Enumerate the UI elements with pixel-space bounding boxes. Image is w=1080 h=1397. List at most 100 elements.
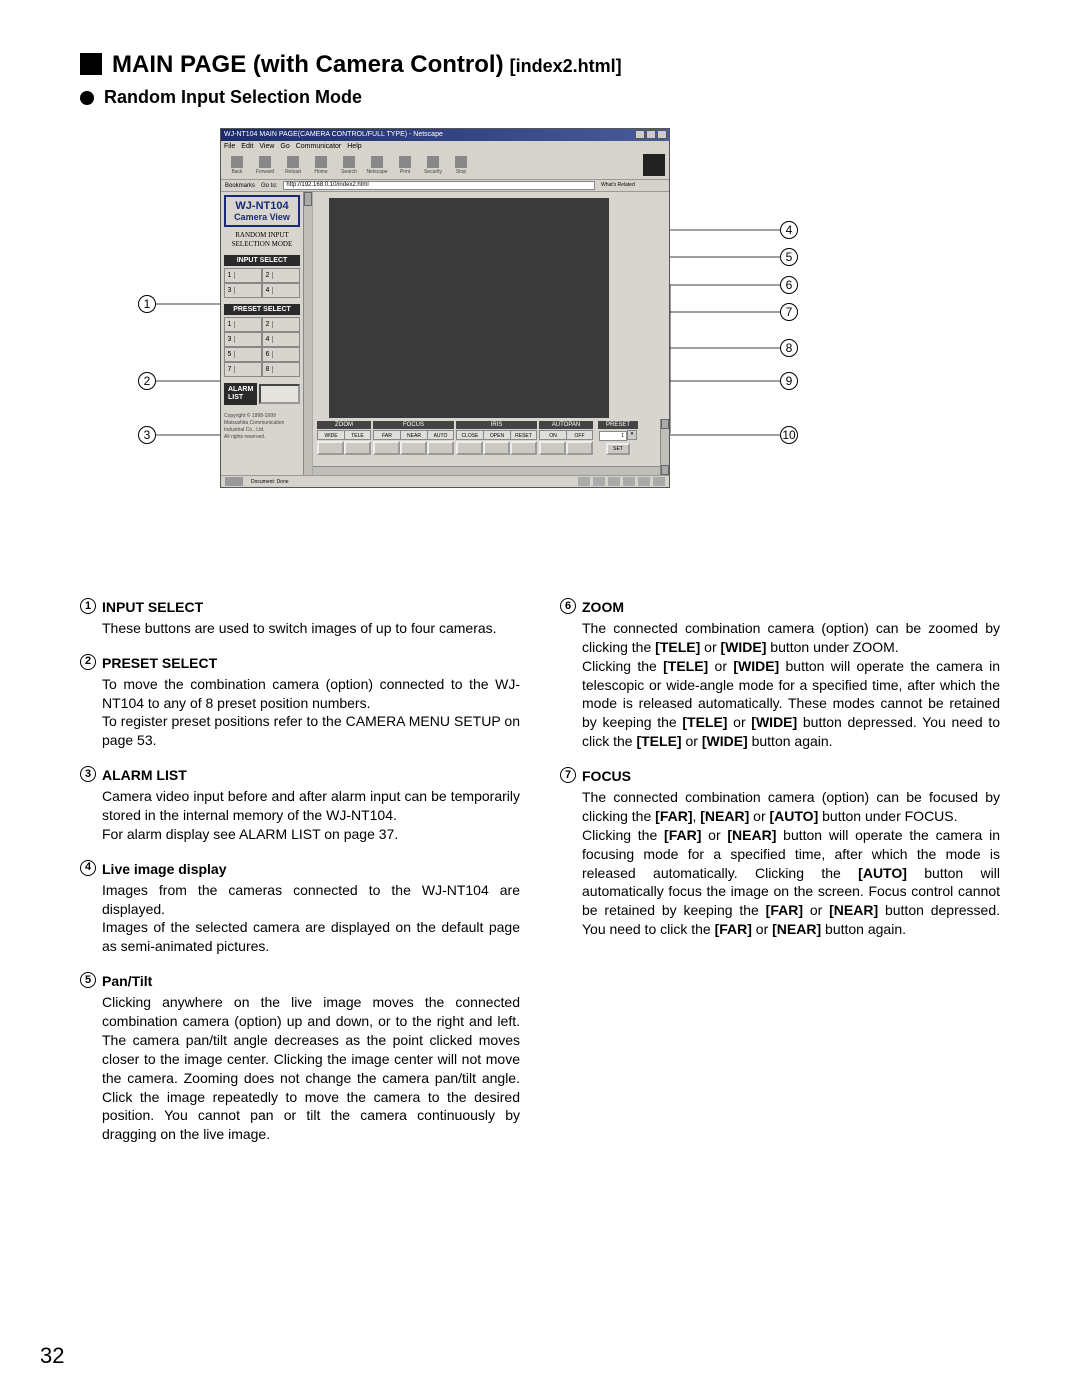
home-button[interactable]: Home: [309, 154, 333, 178]
input-3[interactable]: 3: [224, 283, 262, 298]
chevron-down-icon[interactable]: ▾: [627, 430, 637, 440]
preset-7[interactable]: 7: [224, 362, 262, 377]
desc-title: ALARM LIST: [102, 766, 187, 785]
goto-label: Go to:: [261, 183, 277, 189]
desc-title: Pan/Tilt: [102, 972, 152, 991]
desc-title: INPUT SELECT: [102, 598, 203, 617]
iris-reset-button[interactable]: RESET: [510, 430, 537, 440]
preset-1[interactable]: 1: [224, 317, 262, 332]
page-number: 32: [40, 1343, 64, 1369]
desc-body: Camera video input before and after alar…: [80, 787, 520, 844]
callout-3: 3: [138, 426, 156, 444]
desc-num: 3: [80, 766, 96, 782]
search-button[interactable]: Search: [337, 154, 361, 178]
status-bar: Document: Done: [221, 475, 669, 487]
preset-6[interactable]: 6: [262, 347, 300, 362]
scrollbar-bottom[interactable]: [313, 466, 660, 475]
focus-group: FOCUS FAR NEAR AUTO: [373, 421, 454, 455]
preset-select-grid: 1 2 3 4 5 6 7 8: [224, 317, 300, 377]
preset-select-dropdown[interactable]: 1: [599, 431, 627, 441]
zoom-wide-button[interactable]: WIDE: [317, 430, 344, 440]
title-main: MAIN PAGE (with Camera Control): [112, 51, 504, 79]
desc-body: Images from the cameras connected to the…: [80, 881, 520, 957]
preset-2[interactable]: 2: [262, 317, 300, 332]
focus-near-act[interactable]: [400, 441, 427, 455]
print-button[interactable]: Print: [393, 154, 417, 178]
menu-bar[interactable]: FileEditViewGoCommunicatorHelp: [221, 141, 669, 152]
minimize-icon[interactable]: [635, 130, 645, 139]
window-title-text: WJ-NT104 MAIN PAGE(CAMERA CONTROL/FULL T…: [224, 131, 443, 138]
bookmarks-label[interactable]: Bookmarks: [225, 183, 255, 189]
url-input[interactable]: http://192.168.0.10/index2.html: [283, 181, 595, 190]
whats-related[interactable]: What's Related: [599, 181, 669, 190]
stop-button[interactable]: Stop: [449, 154, 473, 178]
desc-body: The connected combination camera (option…: [560, 619, 1000, 751]
bullet-icon: [80, 91, 94, 105]
input-4[interactable]: 4: [262, 283, 300, 298]
desc-title: ZOOM: [582, 598, 624, 617]
focus-far-act[interactable]: [373, 441, 400, 455]
preset-4[interactable]: 4: [262, 332, 300, 347]
focus-auto-act[interactable]: [427, 441, 454, 455]
copyright-text: Copyright © 1998-1999 Matsushita Communi…: [224, 413, 300, 441]
desc-num: 6: [560, 598, 576, 614]
maximize-icon[interactable]: [646, 130, 656, 139]
desc-body: These buttons are used to switch images …: [80, 619, 520, 638]
live-image[interactable]: [329, 198, 609, 418]
zoom-tele-button[interactable]: TELE: [344, 430, 371, 440]
focus-auto-button[interactable]: AUTO: [427, 430, 454, 440]
page-body: WJ-NT104 Camera View RANDOM INPUT SELECT…: [221, 192, 669, 475]
input-1[interactable]: 1: [224, 268, 262, 283]
preset-8[interactable]: 8: [262, 362, 300, 377]
alarm-list-box[interactable]: [259, 384, 300, 404]
desc-num: 2: [80, 654, 96, 670]
description-col-right: 6 ZOOM The connected combination camera (o…: [560, 598, 1000, 1160]
focus-near-button[interactable]: NEAR: [400, 430, 427, 440]
iris-close-act[interactable]: [456, 441, 483, 455]
desc-num: 5: [80, 972, 96, 988]
address-bar: Bookmarks Go to: http://192.168.0.10/ind…: [221, 180, 669, 192]
desc-num: 4: [80, 860, 96, 876]
alarm-list[interactable]: ALARM LIST: [224, 383, 300, 405]
description-columns: 1 INPUT SELECT These buttons are used to s…: [80, 598, 1000, 1160]
zoom-tele-act[interactable]: [344, 441, 371, 455]
input-2[interactable]: 2: [262, 268, 300, 283]
sidebar-title: WJ-NT104 Camera View: [224, 195, 300, 227]
back-button[interactable]: Back: [225, 154, 249, 178]
toolbar: Back Forward Reload Home Search Netscape…: [221, 152, 669, 180]
scrollbar-side[interactable]: [660, 419, 669, 475]
preset-5[interactable]: 5: [224, 347, 262, 362]
netscape-logo-icon: [643, 154, 665, 176]
preset-3[interactable]: 3: [224, 332, 262, 347]
security-button[interactable]: Security: [421, 154, 445, 178]
title-square-icon: [80, 53, 102, 75]
callout-10: 10: [780, 426, 798, 444]
close-icon[interactable]: [657, 130, 667, 139]
iris-reset-act[interactable]: [510, 441, 537, 455]
input-select-header: INPUT SELECT: [224, 255, 300, 266]
preset-set-button[interactable]: SET: [606, 443, 630, 455]
sidebar: WJ-NT104 Camera View RANDOM INPUT SELECT…: [221, 192, 313, 475]
desc-body: To move the combination camera (option) …: [80, 675, 520, 751]
control-bar: ZOOM WIDE TELE FOCUS FAR NEAR: [313, 419, 669, 475]
forward-button[interactable]: Forward: [253, 154, 277, 178]
iris-open-act[interactable]: [483, 441, 510, 455]
iris-close-button[interactable]: CLOSE: [456, 430, 483, 440]
netscape-button[interactable]: Netscape: [365, 154, 389, 178]
autopan-off-button[interactable]: OFF: [566, 430, 593, 440]
desc-num: 1: [80, 598, 96, 614]
scrollbar-vertical[interactable]: [303, 192, 312, 475]
reload-button[interactable]: Reload: [281, 154, 305, 178]
iris-open-button[interactable]: OPEN: [483, 430, 510, 440]
callout-4: 4: [780, 221, 798, 239]
desc-item-1: 1 INPUT SELECT These buttons are used to s…: [80, 598, 520, 638]
callout-5: 5: [780, 248, 798, 266]
autopan-on-button[interactable]: ON: [539, 430, 566, 440]
zoom-wide-act[interactable]: [317, 441, 344, 455]
page-subtitle: Random Input Selection Mode: [80, 87, 1000, 108]
autopan-off-act[interactable]: [566, 441, 593, 455]
autopan-on-act[interactable]: [539, 441, 566, 455]
focus-far-button[interactable]: FAR: [373, 430, 400, 440]
callout-2: 2: [138, 372, 156, 390]
zoom-group: ZOOM WIDE TELE: [317, 421, 371, 455]
